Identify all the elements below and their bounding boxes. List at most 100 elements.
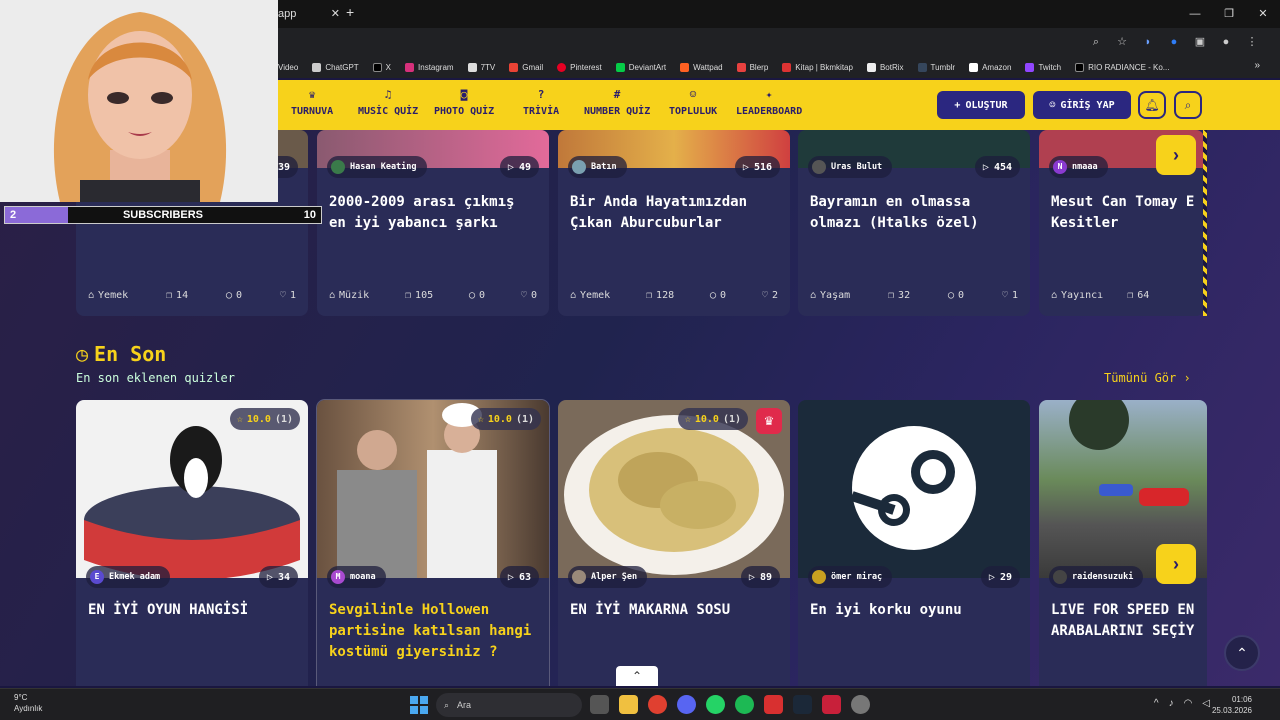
comment-count: ◯ 0 [225, 290, 243, 301]
author-badge[interactable]: Uras Bulut [808, 156, 893, 178]
steam-logo-image [850, 426, 976, 550]
app-icon[interactable] [851, 695, 870, 714]
bookmark-instagram[interactable]: Instagram [405, 62, 454, 72]
quiz-thumbnail [798, 400, 1030, 578]
star-icon[interactable]: ☆ [1114, 34, 1130, 50]
author-badge[interactable]: Hasan Keating [327, 156, 427, 178]
avatar: N [1053, 160, 1067, 174]
app-icon[interactable] [822, 695, 841, 714]
wifi-icon[interactable]: ◠ [1184, 698, 1193, 709]
see-all-link[interactable]: Tümünü Gör › [1104, 371, 1191, 385]
quiz-card[interactable]: Batın ▷ 516 Bir Anda Hayatımızdan Çıkan A… [558, 130, 790, 316]
close-tab-icon[interactable]: ✕ [331, 7, 340, 20]
bookmark-video[interactable]: Video [278, 63, 298, 72]
browser-tab[interactable]: app ✕ [270, 2, 346, 26]
bookmark-twitch[interactable]: Twitch [1025, 62, 1061, 72]
nav-leaderboard[interactable]: ✦ LEADERBOARD [736, 88, 802, 117]
heart-icon: ♡ [279, 290, 286, 301]
close-window-icon[interactable]: ✕ [1246, 0, 1280, 28]
quiz-title: En iyi korku oyunu [810, 602, 962, 618]
puzzle-icon[interactable]: ▣ [1192, 34, 1208, 50]
taskbar-search[interactable]: ⌕ Ara [436, 693, 582, 717]
author-badge[interactable]: E Ekmek adam [86, 566, 171, 588]
search-icon[interactable]: ⌕ [1174, 91, 1202, 119]
author-badge[interactable]: ömer miraç [808, 566, 893, 588]
play-icon: ▷ [266, 571, 273, 583]
spotify-icon[interactable] [735, 695, 754, 714]
nav-turnuva[interactable]: ♛ TURNUVA [291, 88, 333, 117]
quiz-card[interactable]: ☆ 10.0 (1) E Ekmek adam ▷ 34 EN İYİ OYUN HAN… [76, 400, 308, 686]
weather-widget[interactable]: 9°C Aydınlık [14, 692, 42, 714]
extension-icon[interactable]: ◗ [1140, 34, 1156, 50]
play-icon: ▷ [982, 161, 989, 173]
subscriber-goal: 10 [303, 209, 316, 221]
restore-icon[interactable]: ❐ [1212, 0, 1246, 28]
heart-icon: ♡ [761, 290, 768, 301]
rating-badge: ☆ 10.0 (1) [470, 408, 541, 430]
bookmark-gmail[interactable]: Gmail [509, 62, 543, 72]
minimize-icon[interactable]: — [1178, 0, 1212, 28]
bookmark-bkmkitap[interactable]: Kitap | Bkmkitap [782, 62, 853, 72]
nav-number-quiz[interactable]: # NUMBER QUİZ [584, 88, 650, 117]
carousel-next-button[interactable]: › [1156, 544, 1196, 584]
bookmark-x[interactable]: X [372, 62, 391, 72]
author-badge[interactable]: Nnmaaa [1049, 156, 1108, 178]
window-controls: — ❐ ✕ [1178, 0, 1280, 28]
bookmark-blerp[interactable]: Blerp [736, 62, 768, 72]
steam-icon[interactable] [793, 695, 812, 714]
nav-photo-quiz[interactable]: ◙ PHOTO QUİZ [434, 88, 494, 117]
nav-trivia[interactable]: ? TRİVİA [523, 88, 559, 117]
mic-icon[interactable]: ♪ [1169, 698, 1174, 709]
bookmark-deviantart[interactable]: DeviantArt [615, 62, 666, 72]
bookmark-amazon[interactable]: Amazon [969, 62, 1011, 72]
extension-icon[interactable]: ● [1166, 34, 1182, 50]
bookmark-chatgpt[interactable]: ChatGPT [312, 62, 359, 72]
nav-topluluk[interactable]: ☺ TOPLULUK [669, 88, 717, 117]
quiz-card[interactable]: raidensuzuki LIVE FOR SPEED EN ARABALARI… [1039, 400, 1207, 686]
quiz-card[interactable]: ömer miraç ▷ 29 En iyi korku oyunu [798, 400, 1030, 686]
bookmarks-overflow-icon[interactable]: » [1254, 60, 1260, 71]
chevron-up-icon[interactable]: ⌃ [616, 666, 658, 686]
bell-icon[interactable]: 🔔︎ [1138, 91, 1166, 119]
crown-icon: ♛ [756, 408, 782, 434]
quiz-card[interactable]: Hasan Keating ▷ 49 2000-2009 arası çıkmış… [317, 130, 549, 316]
volume-icon[interactable]: ◁ [1202, 698, 1210, 709]
app-icon[interactable] [764, 695, 783, 714]
bookmark-rio-radiance[interactable]: RIO RADIANCE - Ko... [1075, 62, 1169, 72]
author-badge[interactable]: Batın [568, 156, 627, 178]
author-badge[interactable]: Mmoana [327, 566, 386, 588]
carousel-next-button[interactable]: › [1156, 135, 1196, 175]
music-icon: ♫ [384, 88, 392, 101]
quiz-card[interactable]: ☆ 10.0 (1) Mmoana ▷ 63 Sevgilinle Hollowen … [316, 399, 550, 686]
author-badge[interactable]: raidensuzuki [1049, 566, 1144, 588]
menu-icon[interactable]: ⋮ [1244, 34, 1260, 50]
chevron-up-icon[interactable]: ^ [1154, 698, 1159, 709]
windows-start-icon[interactable] [410, 696, 428, 714]
whatsapp-icon[interactable] [706, 695, 725, 714]
chrome-icon[interactable] [648, 695, 667, 714]
questions-icon: ❐ [166, 290, 173, 301]
new-tab-icon[interactable]: + [346, 4, 354, 20]
file-explorer-icon[interactable] [619, 695, 638, 714]
bookmark-botrix[interactable]: BotRix [866, 62, 904, 72]
quiz-stats: ⌂ Müzik ❐ 105 ◯ 0 ♡ 0 [329, 290, 537, 301]
bookmark-tumblr[interactable]: Tumblr [917, 62, 955, 72]
taskbar-clock[interactable]: 01:06 25.03.2026 [1212, 694, 1252, 716]
author-badge[interactable]: Alper Şen [568, 566, 648, 588]
profile-icon[interactable]: ● [1218, 34, 1234, 50]
create-button[interactable]: + OLUŞTUR [937, 91, 1025, 119]
plays-badge: ▷ 63 [499, 566, 539, 588]
quiz-card[interactable]: ☆ 10.0 (1) ♛ Alper Şen ▷ 89 EN İYİ MAKARNA … [558, 400, 790, 686]
nav-music-quiz[interactable]: ♫ MUSİC QUİZ [358, 88, 418, 117]
bookmark-pinterest[interactable]: Pinterest [557, 62, 602, 72]
scroll-to-top-button[interactable]: ⌃ [1224, 635, 1260, 671]
section-title: ◷ En Son [76, 342, 167, 366]
discord-icon[interactable] [677, 695, 696, 714]
bookmark-7tv[interactable]: 7TV [467, 62, 495, 72]
login-button[interactable]: ☺ GİRİŞ YAP [1033, 91, 1131, 119]
bookmark-wattpad[interactable]: Wattpad [680, 62, 723, 72]
zoom-icon[interactable]: ⌕ [1088, 34, 1104, 50]
quiz-card[interactable]: Uras Bulut ▷ 454 Bayramın en olmassa olma… [798, 130, 1030, 316]
plays-badge: ▷ 49 [499, 156, 539, 178]
task-view-icon[interactable] [590, 695, 609, 714]
